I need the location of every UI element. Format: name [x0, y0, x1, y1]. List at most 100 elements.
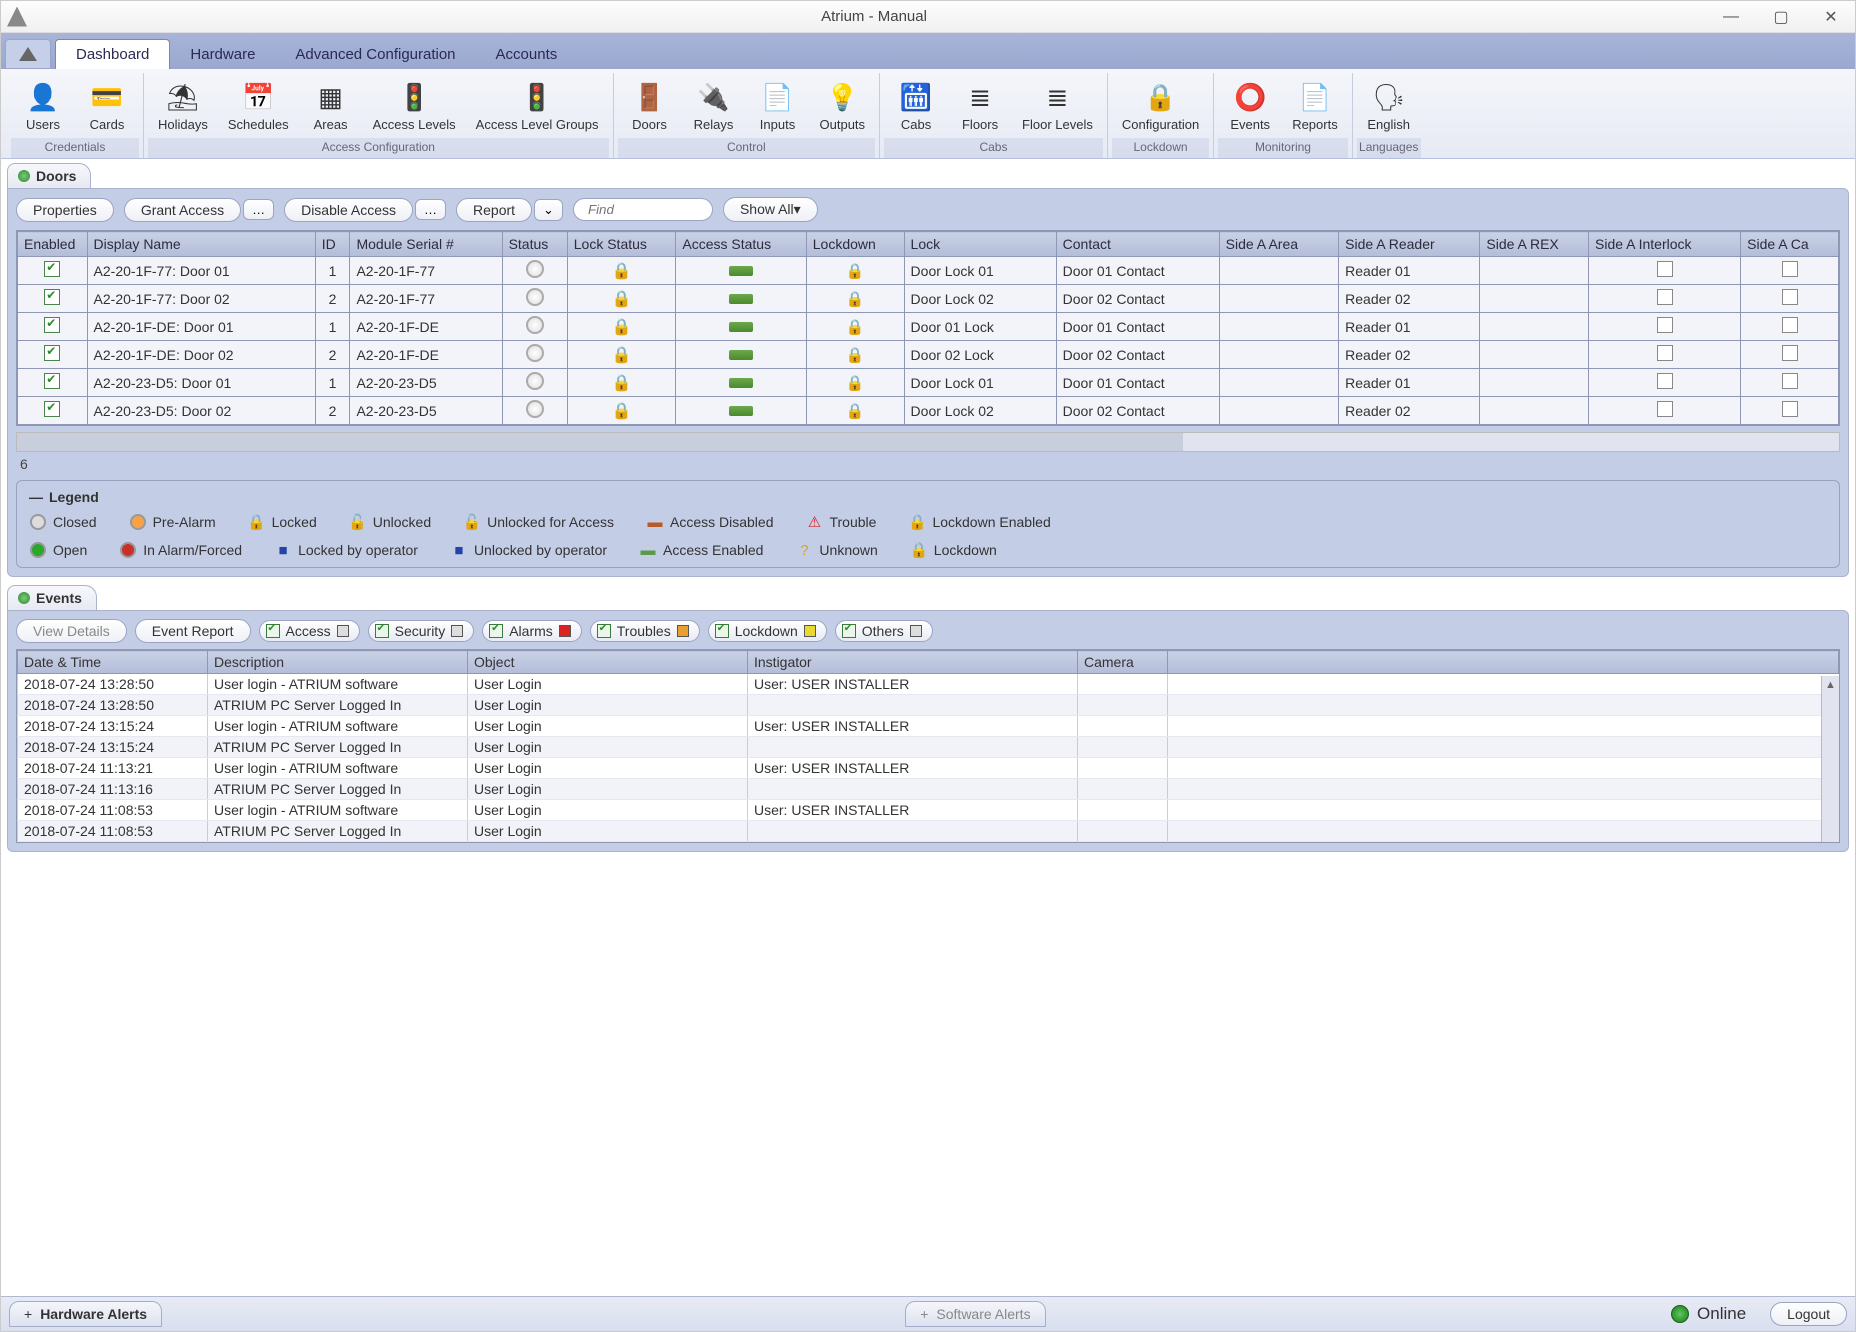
disable-access-more[interactable]: …	[415, 199, 446, 220]
filter-security[interactable]: Security	[368, 620, 475, 642]
filter-troubles[interactable]: Troubles	[590, 620, 700, 642]
table-row[interactable]: 2018-07-24 11:08:53ATRIUM PC Server Logg…	[18, 821, 1839, 842]
filter-lockdown[interactable]: Lockdown	[708, 620, 827, 642]
enabled-checkbox[interactable]	[44, 401, 60, 417]
doors-col-status[interactable]: Status	[502, 232, 567, 257]
table-row[interactable]: 2018-07-24 11:13:16ATRIUM PC Server Logg…	[18, 779, 1839, 800]
events-col-description[interactable]: Description	[208, 651, 468, 674]
ribbon-reports[interactable]: 📄Reports	[1282, 75, 1348, 136]
filter-access[interactable]: Access	[259, 620, 360, 642]
events-col-camera[interactable]: Camera	[1078, 651, 1168, 674]
events-col-instigator[interactable]: Instigator	[748, 651, 1078, 674]
ribbon-cards[interactable]: 💳Cards	[75, 75, 139, 136]
event-report-button[interactable]: Event Report	[135, 619, 251, 643]
tab-accounts[interactable]: Accounts	[476, 40, 578, 69]
show-all-button[interactable]: Show All▾	[723, 197, 818, 222]
events-col-blank[interactable]	[1168, 651, 1839, 674]
interlock-checkbox[interactable]	[1657, 373, 1673, 389]
ribbon-events[interactable]: ⭕Events	[1218, 75, 1282, 136]
grant-access-more[interactable]: …	[243, 199, 274, 220]
ribbon-access-levels[interactable]: 🚦Access Levels	[363, 75, 466, 136]
enabled-checkbox[interactable]	[44, 289, 60, 305]
doors-tab[interactable]: Doors	[7, 163, 91, 188]
ribbon-inputs[interactable]: 📄Inputs	[746, 75, 810, 136]
report-more[interactable]: ⌄	[534, 199, 563, 221]
interlock-checkbox[interactable]	[1657, 345, 1673, 361]
tab-advanced-configuration[interactable]: Advanced Configuration	[275, 40, 475, 69]
ribbon-holidays[interactable]: ⛱Holidays	[148, 75, 218, 136]
ribbon-access-level-groups[interactable]: 🚦Access Level Groups	[466, 75, 609, 136]
doors-col-side-a-reader[interactable]: Side A Reader	[1339, 232, 1480, 257]
doors-col-module-serial-[interactable]: Module Serial #	[350, 232, 502, 257]
ribbon-english[interactable]: 🗣English	[1357, 75, 1421, 136]
interlock-checkbox[interactable]	[1657, 289, 1673, 305]
side-a-ca-checkbox[interactable]	[1782, 261, 1798, 277]
table-row[interactable]: 2018-07-24 13:15:24ATRIUM PC Server Logg…	[18, 737, 1839, 758]
table-row[interactable]: 2018-07-24 11:08:53User login - ATRIUM s…	[18, 800, 1839, 821]
ribbon-relays[interactable]: 🔌Relays	[682, 75, 746, 136]
enabled-checkbox[interactable]	[44, 373, 60, 389]
view-details-button[interactable]: View Details	[16, 619, 127, 643]
legend-collapse-icon[interactable]: —	[29, 489, 43, 505]
table-row[interactable]: A2-20-1F-DE: Door 022A2-20-1F-DE🔒🔒Door 0…	[18, 341, 1839, 369]
ribbon-doors[interactable]: 🚪Doors	[618, 75, 682, 136]
events-col-object[interactable]: Object	[468, 651, 748, 674]
enabled-checkbox[interactable]	[44, 317, 60, 333]
doors-col-contact[interactable]: Contact	[1056, 232, 1219, 257]
table-row[interactable]: A2-20-23-D5: Door 022A2-20-23-D5🔒🔒Door L…	[18, 397, 1839, 425]
report-button[interactable]: Report	[456, 198, 532, 222]
doors-col-display-name[interactable]: Display Name	[87, 232, 315, 257]
table-row[interactable]: A2-20-1F-77: Door 011A2-20-1F-77🔒🔒Door L…	[18, 257, 1839, 285]
events-vscroll[interactable]: ▲	[1821, 676, 1839, 842]
side-a-ca-checkbox[interactable]	[1782, 345, 1798, 361]
find-input[interactable]	[573, 198, 713, 221]
ribbon-schedules[interactable]: 📅Schedules	[218, 75, 299, 136]
table-row[interactable]: A2-20-1F-77: Door 022A2-20-1F-77🔒🔒Door L…	[18, 285, 1839, 313]
events-col-date-time[interactable]: Date & Time	[18, 651, 208, 674]
table-row[interactable]: 2018-07-24 13:15:24User login - ATRIUM s…	[18, 716, 1839, 737]
logo-tab[interactable]	[5, 39, 51, 69]
side-a-ca-checkbox[interactable]	[1782, 373, 1798, 389]
grant-access-button[interactable]: Grant Access	[124, 198, 241, 222]
maximize-button[interactable]: ▢	[1763, 5, 1799, 29]
table-row[interactable]: A2-20-23-D5: Door 011A2-20-23-D5🔒🔒Door L…	[18, 369, 1839, 397]
ribbon-floor-levels[interactable]: ≣Floor Levels	[1012, 75, 1103, 136]
ribbon-users[interactable]: 👤Users	[11, 75, 75, 136]
doors-col-lock[interactable]: Lock	[904, 232, 1056, 257]
ribbon-configuration[interactable]: 🔒Configuration	[1112, 75, 1209, 136]
table-row[interactable]: A2-20-1F-DE: Door 011A2-20-1F-DE🔒🔒Door 0…	[18, 313, 1839, 341]
doors-col-id[interactable]: ID	[315, 232, 350, 257]
ribbon-floors[interactable]: ≣Floors	[948, 75, 1012, 136]
ribbon-cabs[interactable]: 🛗Cabs	[884, 75, 948, 136]
tab-hardware[interactable]: Hardware	[170, 40, 275, 69]
filter-alarms[interactable]: Alarms	[482, 620, 582, 642]
ribbon-areas[interactable]: ▦Areas	[299, 75, 363, 136]
software-alerts-tab[interactable]: + Software Alerts	[905, 1301, 1045, 1327]
interlock-checkbox[interactable]	[1657, 261, 1673, 277]
side-a-ca-checkbox[interactable]	[1782, 289, 1798, 305]
doors-col-side-a-rex[interactable]: Side A REX	[1480, 232, 1589, 257]
events-tab[interactable]: Events	[7, 585, 97, 610]
minimize-button[interactable]: —	[1713, 5, 1749, 29]
interlock-checkbox[interactable]	[1657, 317, 1673, 333]
enabled-checkbox[interactable]	[44, 345, 60, 361]
table-row[interactable]: 2018-07-24 13:28:50ATRIUM PC Server Logg…	[18, 695, 1839, 716]
doors-col-lock-status[interactable]: Lock Status	[567, 232, 676, 257]
close-button[interactable]: ✕	[1813, 5, 1849, 29]
doors-col-enabled[interactable]: Enabled	[18, 232, 88, 257]
doors-col-lockdown[interactable]: Lockdown	[806, 232, 904, 257]
side-a-ca-checkbox[interactable]	[1782, 401, 1798, 417]
doors-col-side-a-interlock[interactable]: Side A Interlock	[1589, 232, 1741, 257]
side-a-ca-checkbox[interactable]	[1782, 317, 1798, 333]
doors-col-side-a-ca[interactable]: Side A Ca	[1741, 232, 1839, 257]
table-row[interactable]: 2018-07-24 11:13:21User login - ATRIUM s…	[18, 758, 1839, 779]
filter-others[interactable]: Others	[835, 620, 933, 642]
enabled-checkbox[interactable]	[44, 261, 60, 277]
logout-button[interactable]: Logout	[1770, 1302, 1847, 1326]
hardware-alerts-tab[interactable]: + Hardware Alerts	[9, 1301, 162, 1327]
ribbon-outputs[interactable]: 💡Outputs	[810, 75, 876, 136]
doors-hscroll[interactable]	[16, 432, 1840, 452]
properties-button[interactable]: Properties	[16, 198, 114, 222]
doors-col-side-a-area[interactable]: Side A Area	[1219, 232, 1339, 257]
interlock-checkbox[interactable]	[1657, 401, 1673, 417]
